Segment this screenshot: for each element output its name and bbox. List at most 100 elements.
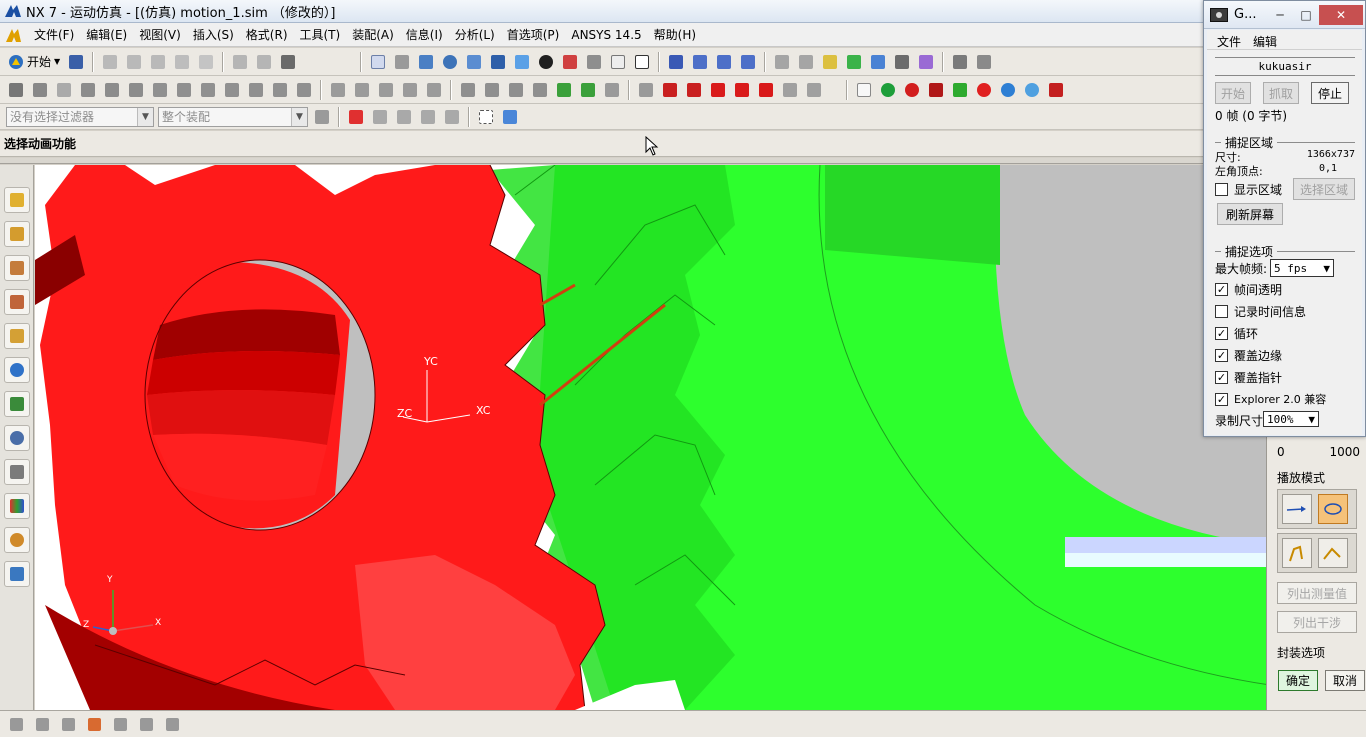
type-filter-dropdown[interactable]: 没有选择过滤器 ▼ — [6, 106, 154, 127]
force-icon[interactable] — [246, 80, 266, 100]
menu-analysis[interactable]: 分析(L) — [449, 26, 501, 43]
system-materials-tab[interactable] — [3, 425, 30, 451]
glasses-icon[interactable] — [278, 52, 298, 72]
option-checkbox-0[interactable]: ✓ 帧间透明 — [1215, 281, 1282, 298]
menu-help[interactable]: 帮助(H) — [648, 26, 702, 43]
snap-mid-icon[interactable] — [820, 52, 840, 72]
drop-menu-icon[interactable] — [162, 714, 182, 734]
universal-joint-icon[interactable] — [974, 80, 994, 100]
wcs-orient-icon[interactable] — [738, 52, 758, 72]
assembly-navigator-tab[interactable] — [3, 221, 30, 247]
option-checkbox-2[interactable]: ✓ 循环 — [1215, 325, 1258, 342]
gear-joint-icon[interactable] — [376, 80, 396, 100]
zoom-icon[interactable] — [392, 52, 412, 72]
play-once-button[interactable] — [1282, 494, 1312, 524]
option-checkbox-3[interactable]: ✓ 覆盖边缘 — [1215, 347, 1282, 364]
cylinder-tool-icon[interactable] — [482, 80, 502, 100]
cancel-button[interactable]: 取消 — [1325, 670, 1365, 691]
menu-edit[interactable]: 编辑(E) — [80, 26, 133, 43]
capture-menu-file[interactable]: 文件 — [1217, 33, 1241, 49]
flag-icon[interactable] — [102, 80, 122, 100]
menu-ansys[interactable]: ANSYS 14.5 — [565, 28, 647, 42]
menu-assembly[interactable]: 装配(A) — [346, 26, 400, 43]
pause-icon[interactable] — [780, 80, 800, 100]
nx-small-icon[interactable] — [4, 26, 22, 44]
menu-tools[interactable]: 工具(T) — [294, 26, 347, 43]
model-display-icon[interactable] — [560, 52, 580, 72]
menu-format[interactable]: 格式(R) — [240, 26, 294, 43]
palette-tab[interactable] — [3, 493, 30, 519]
cable-icon[interactable] — [400, 80, 420, 100]
revolute-joint-icon[interactable] — [878, 80, 898, 100]
planar-joint-icon[interactable] — [1022, 80, 1042, 100]
history-tab[interactable] — [3, 391, 30, 417]
reuse-library-tab[interactable] — [3, 323, 30, 349]
move-component-icon[interactable] — [110, 714, 130, 734]
paste-icon[interactable] — [148, 52, 168, 72]
capture-menu-edit[interactable]: 编辑 — [1253, 33, 1277, 49]
web-browser-tab[interactable] — [3, 357, 30, 383]
spherical-joint-icon[interactable] — [998, 80, 1018, 100]
face-rule-icon[interactable] — [394, 107, 414, 127]
copy-icon[interactable] — [124, 52, 144, 72]
menu-view[interactable]: 视图(V) — [133, 26, 187, 43]
max-fps-select[interactable]: 5 fps ▼ — [1270, 259, 1334, 277]
select-all-icon[interactable] — [500, 107, 520, 127]
pan-icon[interactable] — [464, 52, 484, 72]
stop-icon[interactable] — [804, 80, 824, 100]
selection-scope-dropdown[interactable]: 整个装配 ▼ — [158, 106, 308, 127]
option-checkbox-5[interactable]: ✓ Explorer 2.0 兼容 — [1215, 391, 1326, 407]
rewind-icon[interactable] — [660, 80, 680, 100]
maximize-button[interactable]: □ — [1293, 5, 1319, 25]
loop-button[interactable] — [1318, 494, 1348, 524]
capture-stop-button[interactable]: 停止 — [1311, 82, 1349, 104]
save-icon[interactable] — [66, 52, 86, 72]
minimize-button[interactable]: ─ — [1267, 5, 1293, 25]
constraint-navigator-tab[interactable] — [3, 255, 30, 281]
menu-information[interactable]: 信息(I) — [400, 26, 449, 43]
close-button[interactable]: ✕ — [1319, 4, 1363, 25]
cube-icon[interactable] — [506, 80, 526, 100]
roles-tab[interactable] — [3, 527, 30, 553]
menu-preferences[interactable]: 首选项(P) — [501, 26, 566, 43]
cylindrical-joint-icon[interactable] — [926, 80, 946, 100]
animation-icon[interactable] — [636, 80, 656, 100]
torque-icon[interactable] — [270, 80, 290, 100]
step-back-icon[interactable] — [684, 80, 704, 100]
block-icon[interactable] — [530, 80, 550, 100]
snap-point-icon[interactable] — [772, 52, 792, 72]
fast-forward-icon[interactable] — [756, 80, 776, 100]
new-sheet-icon[interactable] — [854, 80, 874, 100]
measure-angle-icon[interactable] — [974, 52, 994, 72]
play-icon[interactable] — [708, 80, 728, 100]
solve-icon[interactable] — [352, 80, 372, 100]
arrow-right-icon[interactable] — [578, 80, 598, 100]
graphics-window[interactable]: YC XC ZC Y X Z — [35, 165, 1270, 710]
spring-icon[interactable] — [150, 80, 170, 100]
menu-file[interactable]: 文件(F) — [28, 26, 80, 43]
sketch-icon[interactable] — [30, 80, 50, 100]
orient-view-icon[interactable] — [608, 52, 628, 72]
capture-grab-button[interactable]: 抓取 — [1263, 82, 1299, 104]
part-navigator-tab[interactable] — [3, 289, 30, 315]
list-interference-button[interactable]: 列出干涉 — [1277, 611, 1357, 633]
damper-icon[interactable] — [174, 80, 194, 100]
option-checkbox-4[interactable]: ✓ 覆盖指针 — [1215, 369, 1282, 386]
undo-icon[interactable] — [196, 52, 216, 72]
component-icon[interactable] — [84, 714, 104, 734]
rotate-icon[interactable] — [440, 52, 460, 72]
explode-button[interactable] — [1318, 538, 1348, 568]
delete-icon[interactable] — [172, 52, 192, 72]
refresh-screen-button[interactable]: 刷新屏幕 — [1217, 203, 1283, 225]
ok-button[interactable]: 确定 — [1278, 670, 1318, 691]
system-scene-tab[interactable] — [3, 561, 30, 587]
capture-start-button[interactable]: 开始 — [1215, 82, 1251, 104]
menu-insert[interactable]: 插入(S) — [187, 26, 240, 43]
wcs-icon[interactable] — [666, 52, 686, 72]
wcs-rotate-icon[interactable] — [714, 52, 734, 72]
zoom-in-out-icon[interactable] — [416, 52, 436, 72]
start-button[interactable]: 开始 ▼ — [4, 51, 64, 73]
snap-grid-icon[interactable] — [6, 714, 26, 734]
trace-button[interactable] — [1282, 538, 1312, 568]
loop-icon[interactable] — [602, 80, 622, 100]
